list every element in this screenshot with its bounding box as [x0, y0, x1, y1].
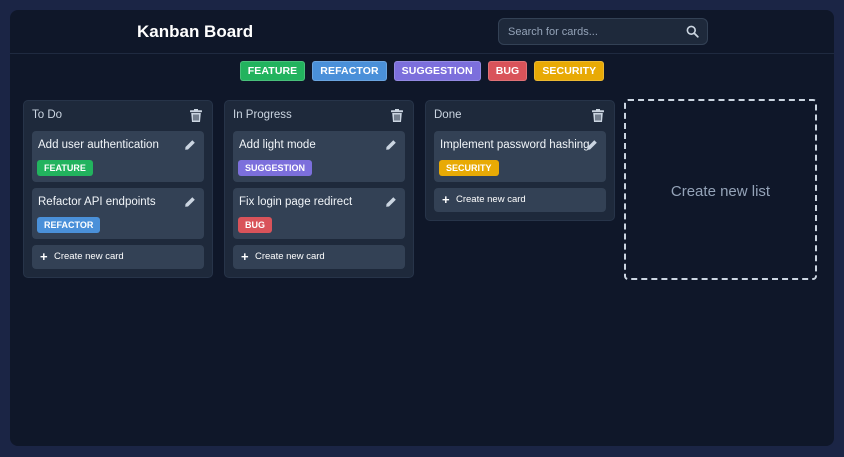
list-header: In Progress — [225, 101, 413, 131]
card-tag: BUG — [238, 217, 272, 233]
card[interactable]: Add user authentication FEATURE — [32, 131, 204, 182]
kanban-app: Kanban Board FEATURE REFACTOR SUGGESTION… — [10, 10, 834, 446]
header: Kanban Board — [10, 10, 834, 54]
tag-filter-refactor[interactable]: REFACTOR — [312, 61, 387, 81]
list-header: To Do — [24, 101, 212, 131]
pencil-icon[interactable] — [385, 196, 397, 208]
card-title: Implement password hashing — [440, 139, 590, 151]
card[interactable]: Add light mode SUGGESTION — [233, 131, 405, 182]
card-tag: FEATURE — [37, 160, 93, 176]
list-to-do: To Do Add user authentication FEATURE Re… — [23, 100, 213, 278]
card-title: Add light mode — [239, 139, 316, 151]
search-box — [498, 18, 708, 45]
list-title: In Progress — [233, 109, 292, 121]
list-done: Done Implement password hashing SECURITY… — [425, 100, 615, 221]
create-list-label: Create new list — [670, 183, 771, 200]
search-icon[interactable] — [686, 25, 699, 38]
list-in-progress: In Progress Add light mode SUGGESTION Fi… — [224, 100, 414, 278]
tag-filter-bug[interactable]: BUG — [487, 61, 528, 81]
trash-icon[interactable] — [391, 109, 403, 122]
page-title: Kanban Board — [137, 22, 254, 41]
create-list-button[interactable]: Create new list — [624, 99, 817, 280]
pencil-icon[interactable] — [586, 139, 598, 151]
tag-filter-security[interactable]: SECURITY — [534, 61, 605, 81]
create-card-button[interactable]: + Create new card — [32, 245, 204, 269]
card[interactable]: Implement password hashing SECURITY — [434, 131, 606, 182]
create-card-label: Create new card — [255, 251, 325, 262]
tag-filter-feature[interactable]: FEATURE — [239, 61, 306, 81]
plus-icon: + — [40, 249, 48, 264]
card-tag: SECURITY — [439, 160, 499, 176]
card-tag: REFACTOR — [37, 217, 101, 233]
card-tag: SUGGESTION — [238, 160, 313, 176]
list-header: Done — [426, 101, 614, 131]
create-card-label: Create new card — [456, 194, 526, 205]
plus-icon: + — [442, 192, 450, 207]
create-card-label: Create new card — [54, 251, 124, 262]
trash-icon[interactable] — [592, 109, 604, 122]
list-title: Done — [434, 109, 462, 121]
pencil-icon[interactable] — [184, 139, 196, 151]
trash-icon[interactable] — [190, 109, 202, 122]
create-card-button[interactable]: + Create new card — [233, 245, 405, 269]
tag-filter-suggestion[interactable]: SUGGESTION — [393, 61, 481, 81]
pencil-icon[interactable] — [385, 139, 397, 151]
card-title: Refactor API endpoints — [38, 196, 156, 208]
pencil-icon[interactable] — [184, 196, 196, 208]
tag-filter-bar: FEATURE REFACTOR SUGGESTION BUG SECURITY — [10, 61, 834, 82]
card[interactable]: Fix login page redirect BUG — [233, 188, 405, 239]
card[interactable]: Refactor API endpoints REFACTOR — [32, 188, 204, 239]
card-title: Fix login page redirect — [239, 196, 353, 208]
search-input[interactable] — [499, 19, 679, 44]
card-title: Add user authentication — [38, 139, 159, 151]
create-card-button[interactable]: + Create new card — [434, 188, 606, 212]
plus-icon: + — [241, 249, 249, 264]
list-title: To Do — [32, 109, 63, 121]
